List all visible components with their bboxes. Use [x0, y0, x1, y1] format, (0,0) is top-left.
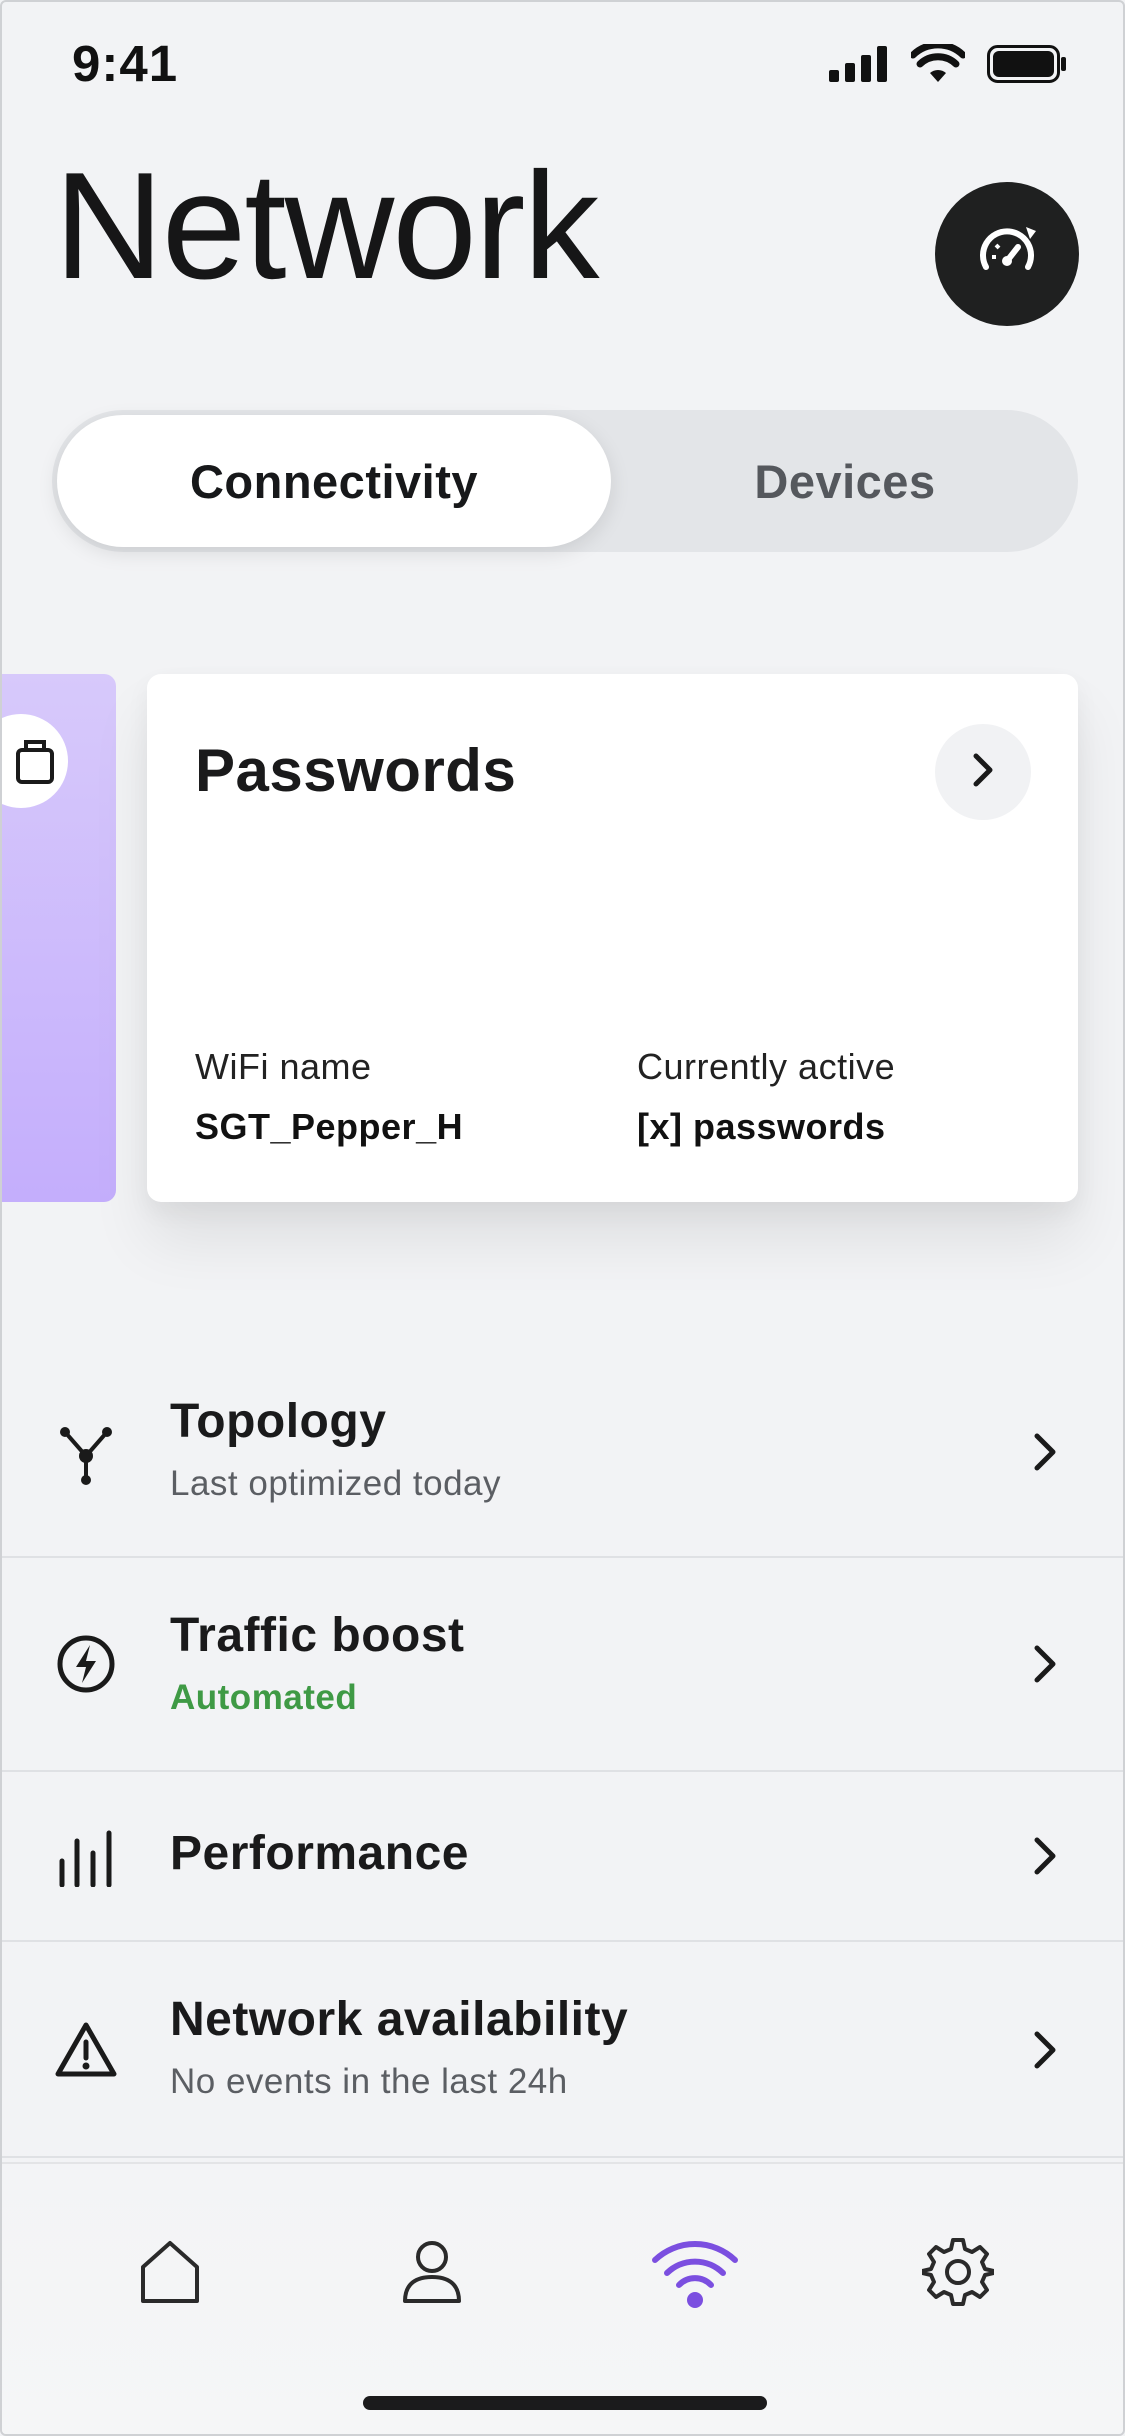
settings-icon — [920, 2236, 996, 2313]
currently-active-value: [x] passwords — [637, 1106, 886, 1147]
wifi-name-label: WiFi name — [195, 1046, 372, 1087]
chevron-right-icon — [1024, 1422, 1064, 1482]
currently-active-label: Currently active — [637, 1046, 896, 1087]
tab-settings[interactable] — [908, 2224, 1008, 2324]
list-item-traffic-boost[interactable]: Traffic boost Automated — [2, 1558, 1123, 1772]
devices-icon — [2, 714, 68, 808]
traffic-boost-title: Traffic boost — [170, 1609, 465, 1662]
bar-chart-icon — [54, 1824, 118, 1888]
speed-test-button[interactable] — [935, 182, 1079, 326]
topology-icon — [54, 1422, 118, 1486]
performance-title: Performance — [170, 1827, 469, 1880]
chevron-right-icon — [1024, 2020, 1064, 2080]
passwords-card[interactable]: Passwords WiFi name SGT_Pepper_H Current… — [147, 674, 1078, 1202]
network-availability-subtitle: No events in the last 24h — [170, 2062, 568, 2101]
status-icons — [829, 41, 1067, 89]
tab-connectivity[interactable]: Connectivity — [57, 415, 611, 547]
list-item-performance[interactable]: Performance — [2, 1772, 1123, 1942]
tab-devices[interactable]: Devices — [612, 410, 1078, 552]
chevron-right-icon — [1024, 1826, 1064, 1886]
tab-profile[interactable] — [382, 2224, 482, 2324]
page-title: Network — [54, 141, 599, 311]
status-time: 9:41 — [72, 35, 179, 92]
traffic-boost-status: Automated — [170, 1678, 358, 1717]
wifi-name-value: SGT_Pepper_H — [195, 1106, 464, 1147]
topology-subtitle: Last optimized today — [170, 1464, 502, 1503]
list-item-network-availability[interactable]: Network availability No events in the la… — [2, 1942, 1123, 2158]
network-availability-title: Network availability — [170, 1993, 629, 2046]
carousel-previous-card[interactable] — [2, 674, 116, 1202]
passwords-open-button[interactable] — [935, 724, 1031, 820]
passwords-card-title: Passwords — [195, 737, 517, 804]
tab-home[interactable] — [120, 2224, 220, 2324]
home-indicator — [363, 2396, 767, 2410]
home-icon — [137, 2237, 203, 2312]
tab-network[interactable] — [645, 2224, 745, 2324]
topology-title: Topology — [170, 1395, 387, 1448]
battery-icon — [987, 45, 1067, 88]
speedometer-icon — [972, 217, 1042, 292]
signal-icon — [829, 46, 889, 87]
tab-bar — [2, 2162, 1123, 2434]
chevron-right-icon — [1024, 1634, 1064, 1694]
wifi-icon — [650, 2236, 740, 2313]
warning-icon — [54, 2018, 118, 2082]
lightning-icon — [54, 1632, 118, 1696]
chevron-right-icon — [968, 750, 998, 795]
wifi-icon — [909, 41, 967, 89]
list-item-topology[interactable]: Topology Last optimized today — [2, 1342, 1123, 1558]
profile-icon — [399, 2237, 465, 2312]
segmented-control: Connectivity Devices — [52, 410, 1078, 552]
app-screen: 9:41 Network Connectivity Devices Passwo… — [0, 0, 1125, 2436]
